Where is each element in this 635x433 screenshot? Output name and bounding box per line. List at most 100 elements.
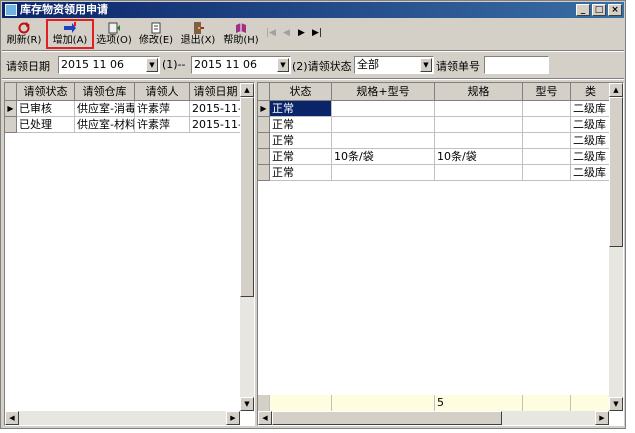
- scroll-left-icon[interactable]: ◀: [5, 411, 19, 425]
- table-cell[interactable]: 10条/袋: [435, 149, 523, 165]
- minimize-button[interactable]: _: [576, 4, 590, 16]
- left-horizontal-scrollbar[interactable]: ◀ ▶: [5, 411, 240, 425]
- column-header[interactable]: 型号: [523, 83, 571, 101]
- refresh-button[interactable]: 刷新(R): [5, 20, 43, 48]
- table-cell[interactable]: 正常: [270, 101, 332, 117]
- chevron-down-icon[interactable]: ▼: [146, 58, 158, 72]
- footer-cell: [332, 395, 435, 411]
- table-cell[interactable]: 10条/袋: [332, 149, 435, 165]
- table-cell[interactable]: [435, 101, 523, 117]
- request-list-panel: 请领状态 请领仓库 请领人 请领日期 ▶ 已审核 供应室-消毒 许素萍 2015…: [4, 82, 255, 426]
- column-header[interactable]: 请领人: [135, 83, 190, 101]
- date-to-value: 2015 11 06: [194, 58, 257, 71]
- scroll-thumb[interactable]: [272, 411, 502, 425]
- table-cell[interactable]: 许素萍: [135, 101, 190, 117]
- table-cell[interactable]: [523, 165, 571, 181]
- table-cell[interactable]: 供应室-消毒: [75, 101, 135, 117]
- date-to-field[interactable]: 2015 11 06 ▼: [191, 56, 291, 74]
- table-row[interactable]: 正常 10条/袋 10条/袋 二级库: [258, 149, 611, 165]
- row-indicator-header: [5, 83, 17, 101]
- table-cell[interactable]: 二级库: [571, 149, 611, 165]
- table-cell[interactable]: [435, 165, 523, 181]
- nav-last-button[interactable]: ▶|: [312, 28, 322, 38]
- table-cell[interactable]: 正常: [270, 165, 332, 181]
- scroll-right-icon[interactable]: ▶: [595, 411, 609, 425]
- chevron-down-icon[interactable]: ▼: [277, 58, 289, 72]
- status-value: 全部: [357, 58, 379, 71]
- column-header[interactable]: 请领状态: [17, 83, 75, 101]
- table-cell[interactable]: [332, 117, 435, 133]
- table-row[interactable]: ▶ 已审核 供应室-消毒 许素萍 2015-11-06: [5, 101, 242, 117]
- scroll-up-icon[interactable]: ▲: [609, 83, 623, 97]
- table-row[interactable]: 已处理 供应室-材料 许素萍 2015-11-06: [5, 117, 242, 133]
- left-vertical-scrollbar[interactable]: ▲ ▼: [240, 83, 254, 411]
- footer-cell: [523, 395, 571, 411]
- request-detail-header: 状态 规格+型号 规格 型号 类: [258, 83, 611, 101]
- column-header[interactable]: 请领仓库: [75, 83, 135, 101]
- table-cell[interactable]: [523, 133, 571, 149]
- chevron-down-icon[interactable]: ▼: [420, 58, 432, 72]
- right-vertical-scrollbar[interactable]: ▲ ▼: [609, 83, 623, 411]
- table-cell[interactable]: 已审核: [17, 101, 75, 117]
- table-cell[interactable]: [523, 101, 571, 117]
- table-cell[interactable]: [332, 101, 435, 117]
- maximize-button[interactable]: □: [592, 4, 606, 16]
- close-button[interactable]: ×: [608, 4, 622, 16]
- order-number-input[interactable]: [484, 56, 549, 74]
- edit-icon: [151, 22, 161, 34]
- table-cell[interactable]: 许素萍: [135, 117, 190, 133]
- column-header[interactable]: 类: [571, 83, 611, 101]
- table-cell[interactable]: 正常: [270, 117, 332, 133]
- table-cell[interactable]: [435, 133, 523, 149]
- column-header[interactable]: 状态: [270, 83, 332, 101]
- table-cell[interactable]: 已处理: [17, 117, 75, 133]
- table-cell[interactable]: 二级库: [571, 101, 611, 117]
- footer-cell: [270, 395, 332, 411]
- status-select[interactable]: 全部 ▼: [354, 56, 434, 74]
- table-cell[interactable]: 正常: [270, 133, 332, 149]
- exit-button[interactable]: 退出(X): [178, 20, 218, 48]
- table-row[interactable]: ▶ 正常 二级库: [258, 101, 611, 117]
- scroll-up-icon[interactable]: ▲: [240, 83, 254, 97]
- scroll-down-icon[interactable]: ▼: [609, 397, 623, 411]
- scroll-thumb[interactable]: [240, 97, 254, 297]
- table-cell[interactable]: 二级库: [571, 117, 611, 133]
- refresh-icon: [18, 22, 30, 34]
- column-header[interactable]: 规格+型号: [332, 83, 435, 101]
- scroll-left-icon[interactable]: ◀: [258, 411, 272, 425]
- options-button[interactable]: 选项(O): [94, 20, 134, 48]
- table-cell[interactable]: [332, 133, 435, 149]
- edit-button[interactable]: 修改(E): [136, 20, 176, 48]
- help-button[interactable]: 帮助(H): [221, 20, 261, 48]
- scroll-right-icon[interactable]: ▶: [226, 411, 240, 425]
- table-cell[interactable]: 正常: [270, 149, 332, 165]
- add-button[interactable]: 增加(A): [46, 19, 94, 49]
- nav-first-button[interactable]: |◀: [266, 28, 276, 38]
- table-row[interactable]: 正常 二级库: [258, 133, 611, 149]
- nav-next-button[interactable]: ▶: [298, 28, 305, 38]
- row-indicator: [258, 117, 270, 133]
- column-header[interactable]: 请领日期: [190, 83, 242, 101]
- table-cell[interactable]: [523, 117, 571, 133]
- date-from-field[interactable]: 2015 11 06 ▼: [58, 56, 160, 74]
- column-header[interactable]: 规格: [435, 83, 523, 101]
- table-cell[interactable]: 2015-11-06: [190, 101, 242, 117]
- scroll-thumb[interactable]: [609, 97, 623, 247]
- scroll-down-icon[interactable]: ▼: [240, 397, 254, 411]
- range-separator: (1)--: [162, 58, 186, 71]
- table-cell[interactable]: [435, 117, 523, 133]
- summary-footer: 5: [258, 395, 611, 411]
- row-pointer-icon: ▶: [5, 101, 17, 117]
- right-horizontal-scrollbar[interactable]: ◀ ▶: [258, 411, 609, 425]
- table-cell[interactable]: 二级库: [571, 133, 611, 149]
- table-cell[interactable]: [523, 149, 571, 165]
- nav-prev-button[interactable]: ◀: [283, 28, 290, 38]
- table-cell[interactable]: 供应室-材料: [75, 117, 135, 133]
- table-cell[interactable]: 二级库: [571, 165, 611, 181]
- table-row[interactable]: 正常 二级库: [258, 117, 611, 133]
- title-bar[interactable]: 库存物资领用申请 _ □ ×: [2, 2, 624, 18]
- table-row[interactable]: 正常 二级库: [258, 165, 611, 181]
- table-cell[interactable]: 2015-11-06: [190, 117, 242, 133]
- request-detail-panel: 状态 规格+型号 规格 型号 类 ▶ 正常 二级库 正常 二级库 正常 二级库 正常 10条/袋…: [257, 82, 624, 426]
- table-cell[interactable]: [332, 165, 435, 181]
